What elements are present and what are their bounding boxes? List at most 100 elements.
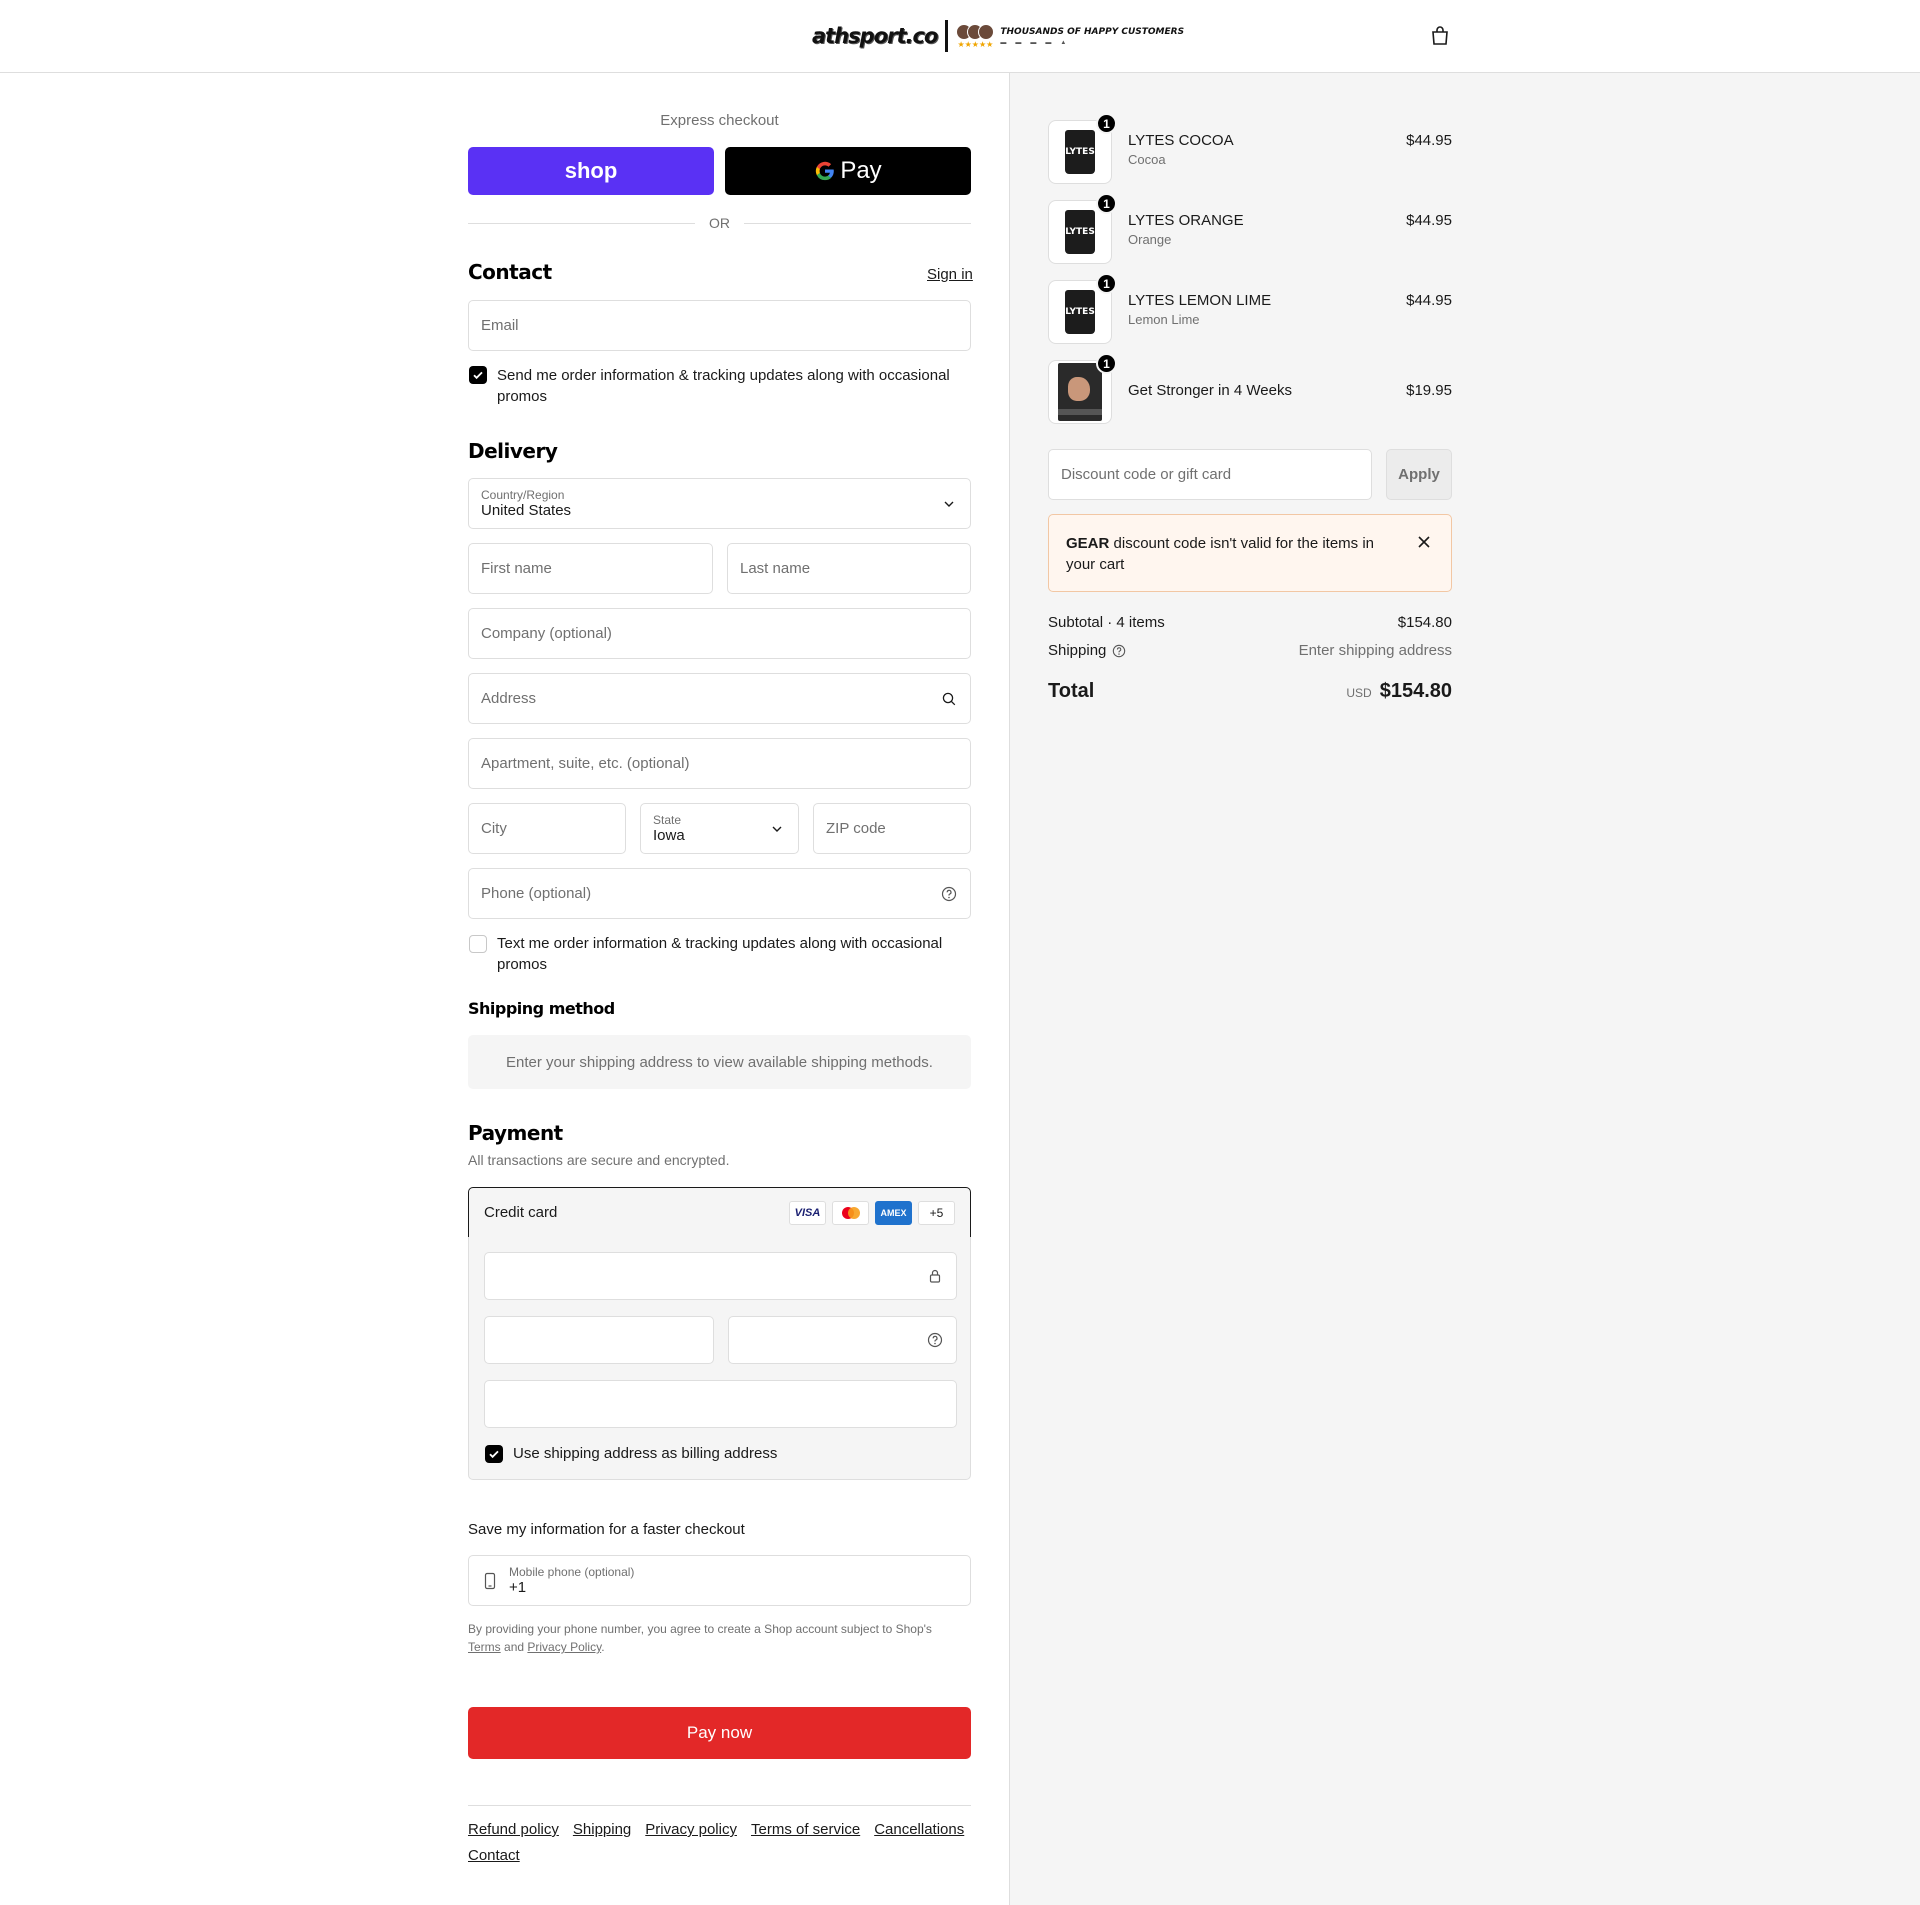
credit-card-label: Credit card xyxy=(484,1204,558,1221)
item-name: LYTES LEMON LIME xyxy=(1128,292,1272,309)
shop-pay-button[interactable]: shop xyxy=(468,147,714,195)
visa-icon: VISA xyxy=(789,1201,826,1225)
google-pay-button[interactable]: Pay xyxy=(725,147,971,195)
first-name-placeholder: First name xyxy=(481,560,552,577)
item-price: $44.95 xyxy=(1406,292,1452,309)
total-value: $154.80 xyxy=(1379,680,1452,702)
apply-label: Apply xyxy=(1398,466,1440,483)
alert-message: discount code isn't valid for the items … xyxy=(1066,535,1375,573)
credit-card-option[interactable]: Credit card VISA AMEX +5 xyxy=(468,1187,971,1238)
item-variant: Cocoa xyxy=(1128,152,1166,167)
legal-period: . xyxy=(601,1640,605,1654)
shop-pay-label: shop xyxy=(564,158,618,183)
apartment-field[interactable]: Apartment, suite, etc. (optional) xyxy=(468,738,971,789)
expiry-field[interactable] xyxy=(484,1316,714,1364)
last-name-placeholder: Last name xyxy=(740,560,811,577)
city-field[interactable]: City xyxy=(468,803,626,854)
apply-discount-button[interactable]: Apply xyxy=(1386,449,1452,500)
name-on-card-field[interactable] xyxy=(484,1380,957,1428)
email-optin-checkbox[interactable] xyxy=(469,366,487,384)
delivery-title: Delivery xyxy=(468,439,558,463)
header: athsport.co ★★★★★ THOUSANDS OF HAPPY CUS… xyxy=(0,0,1920,73)
item-variant: Orange xyxy=(1128,232,1172,247)
close-icon[interactable] xyxy=(1417,535,1431,549)
security-code-field[interactable] xyxy=(728,1316,957,1364)
amex-icon: AMEX xyxy=(875,1201,912,1225)
billing-same-label: Use shipping address as billing address xyxy=(513,1445,778,1462)
discount-code-input[interactable]: Discount code or gift card xyxy=(1048,449,1372,500)
email-optin-label: Send me order information & tracking upd… xyxy=(497,367,950,405)
legal-prefix: By providing your phone number, you agre… xyxy=(468,1622,932,1636)
mobile-phone-value: +1 xyxy=(509,1578,527,1596)
total-row: Total USD $154.80 xyxy=(1048,680,1452,703)
cart-item: 1 Get Stronger in 4 Weeks $19.95 xyxy=(1048,353,1452,424)
billing-same-checkbox[interactable] xyxy=(485,1445,503,1463)
email-field[interactable]: Email xyxy=(468,300,971,351)
card-number-field[interactable] xyxy=(484,1252,957,1300)
cart-button[interactable] xyxy=(1428,24,1452,48)
pay-now-button[interactable]: Pay now xyxy=(468,1707,971,1759)
store-logo[interactable]: athsport.co ★★★★★ THOUSANDS OF HAPPY CUS… xyxy=(812,18,1184,54)
help-circle-icon[interactable] xyxy=(1112,644,1126,658)
help-circle-icon[interactable] xyxy=(941,886,957,902)
cancellations-link[interactable]: Cancellations xyxy=(874,1820,964,1840)
payment-title: Payment xyxy=(468,1121,563,1145)
sms-optin-label: Text me order information & tracking upd… xyxy=(497,935,943,973)
sms-optin-checkbox[interactable] xyxy=(469,935,487,953)
customer-faces-icon xyxy=(956,23,995,40)
shop-privacy-link[interactable]: Privacy Policy xyxy=(527,1640,601,1654)
shipping-method-info: Enter your shipping address to view avai… xyxy=(468,1035,971,1089)
card-logos: VISA AMEX +5 xyxy=(789,1201,955,1225)
company-placeholder: Company (optional) xyxy=(481,625,612,642)
item-price: $44.95 xyxy=(1406,132,1452,149)
credit-card-form: Use shipping address as billing address xyxy=(468,1237,971,1480)
logo-divider xyxy=(945,20,949,52)
phone-field[interactable]: Phone (optional) xyxy=(468,868,971,919)
contact-link[interactable]: Contact xyxy=(468,1846,520,1866)
payment-subtitle: All transactions are secure and encrypte… xyxy=(468,1152,730,1168)
first-name-field[interactable]: First name xyxy=(468,543,713,594)
mobile-phone-icon xyxy=(484,1572,496,1590)
mobile-phone-field[interactable]: Mobile phone (optional) +1 xyxy=(468,1555,971,1606)
shipping-link[interactable]: Shipping xyxy=(573,1820,631,1840)
pay-now-label: Pay now xyxy=(686,1723,753,1742)
sign-in-link[interactable]: Sign in xyxy=(927,266,973,283)
mobile-phone-label: Mobile phone (optional) xyxy=(509,1564,635,1579)
cart-item: LYTES 1 LYTES LEMON LIME Lemon Lime $44.… xyxy=(1048,273,1452,344)
shipping-label: Shipping xyxy=(1048,642,1107,659)
last-name-field[interactable]: Last name xyxy=(727,543,971,594)
product-bag-image: LYTES xyxy=(1065,130,1095,174)
item-price: $19.95 xyxy=(1406,382,1452,399)
chevron-down-icon xyxy=(772,826,782,832)
country-label: Country/Region xyxy=(481,487,565,502)
mastercard-icon xyxy=(832,1201,869,1225)
checkmark-icon xyxy=(489,1450,499,1459)
logo-wordmark: athsport.co xyxy=(812,24,938,48)
chevron-down-icon xyxy=(944,501,954,507)
legal-and: and xyxy=(504,1640,525,1654)
more-cards-badge[interactable]: +5 xyxy=(918,1201,955,1225)
discount-placeholder: Discount code or gift card xyxy=(1061,466,1232,483)
zip-field[interactable]: ZIP code xyxy=(813,803,971,854)
express-checkout-label: Express checkout xyxy=(660,112,779,129)
city-placeholder: City xyxy=(481,820,507,837)
total-label: Total xyxy=(1048,680,1095,702)
shop-terms-link[interactable]: Terms xyxy=(468,1640,501,1654)
address-field[interactable]: Address xyxy=(468,673,971,724)
terms-of-service-link[interactable]: Terms of service xyxy=(751,1820,860,1840)
search-icon xyxy=(942,692,956,705)
product-bag-image: LYTES xyxy=(1065,290,1095,334)
country-select[interactable]: Country/Region United States xyxy=(468,478,971,529)
state-select[interactable]: State Iowa xyxy=(640,803,799,854)
company-field[interactable]: Company (optional) xyxy=(468,608,971,659)
help-circle-icon[interactable] xyxy=(927,1332,943,1348)
currency-code: USD xyxy=(1346,686,1372,700)
quantity-badge: 1 xyxy=(1096,353,1117,374)
privacy-policy-link[interactable]: Privacy policy xyxy=(645,1820,737,1840)
or-divider: OR xyxy=(468,213,971,233)
apartment-placeholder: Apartment, suite, etc. (optional) xyxy=(481,755,690,772)
item-name: LYTES ORANGE xyxy=(1128,212,1244,229)
save-info-title: Save my information for a faster checkou… xyxy=(468,1521,745,1538)
alert-code: GEAR xyxy=(1066,535,1110,552)
refund-policy-link[interactable]: Refund policy xyxy=(468,1820,559,1840)
